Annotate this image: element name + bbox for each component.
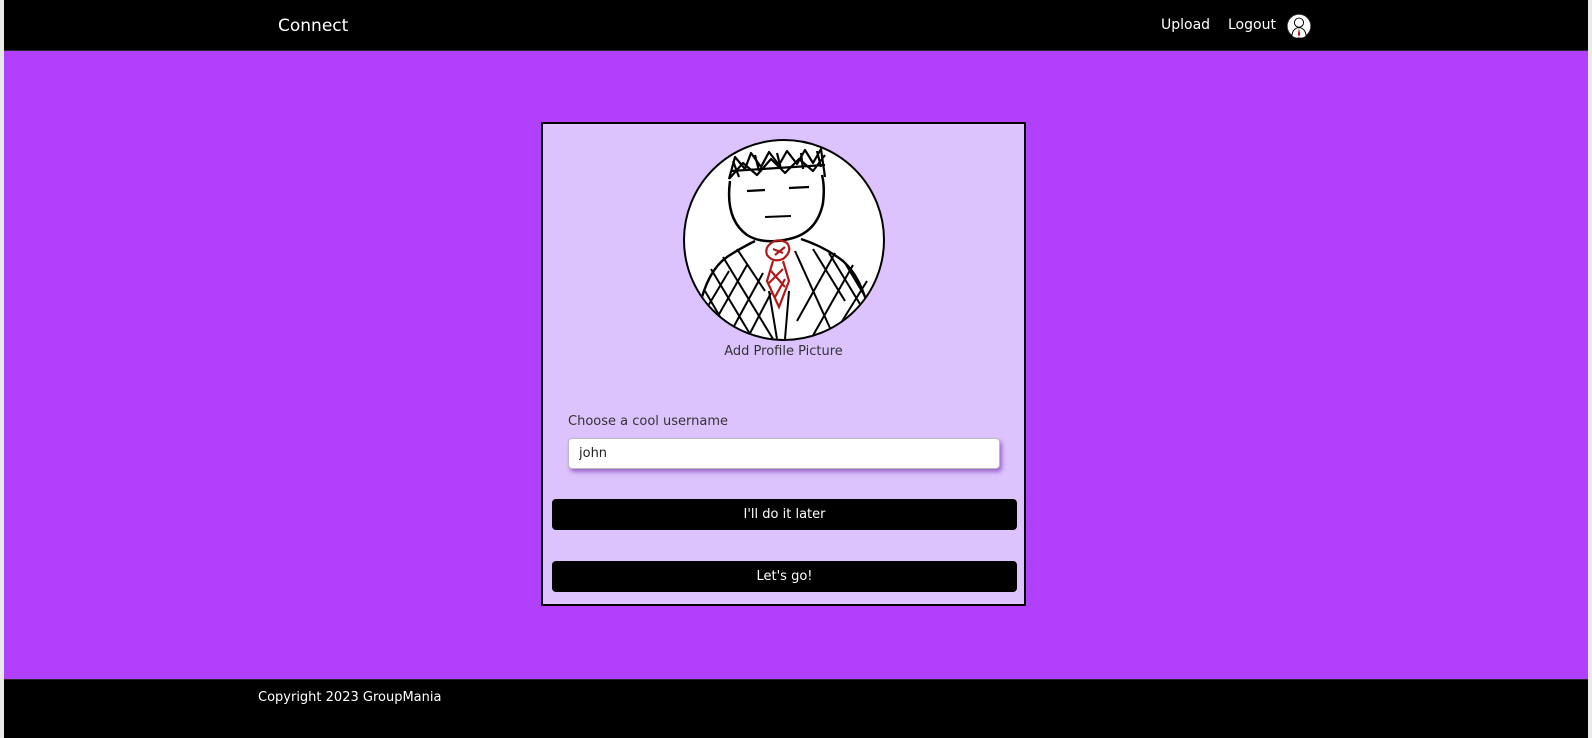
top-navbar: Connect Upload Logout bbox=[4, 0, 1588, 51]
footer: Copyright 2023 GroupMania bbox=[4, 679, 1588, 738]
upload-link[interactable]: Upload bbox=[1161, 17, 1210, 33]
profile-setup-card: Add Profile Picture Choose a cool userna… bbox=[541, 122, 1026, 606]
username-input[interactable] bbox=[568, 438, 1000, 469]
copyright-text: Copyright 2023 GroupMania bbox=[258, 690, 442, 705]
add-profile-picture-label: Add Profile Picture bbox=[724, 344, 843, 359]
logout-link[interactable]: Logout bbox=[1228, 17, 1276, 33]
lets-go-button[interactable]: Let's go! bbox=[552, 561, 1017, 592]
app-root: Connect Upload Logout Add Profile Pictur… bbox=[4, 0, 1588, 738]
user-avatar-icon[interactable] bbox=[1287, 14, 1311, 38]
do-it-later-button[interactable]: I'll do it later bbox=[552, 499, 1017, 530]
sketch-avatar-icon bbox=[695, 147, 873, 339]
username-label: Choose a cool username bbox=[568, 414, 729, 429]
profile-picture-upload[interactable] bbox=[683, 139, 885, 341]
brand-link[interactable]: Connect bbox=[278, 16, 348, 36]
